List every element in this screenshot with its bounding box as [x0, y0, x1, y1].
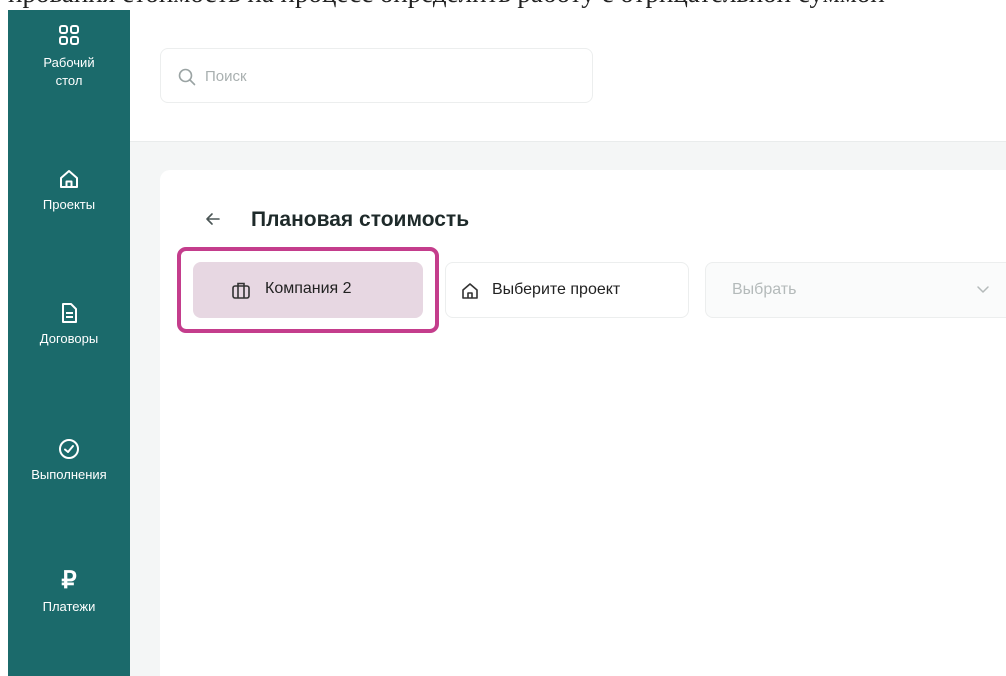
company-button[interactable]: Компания 2 [193, 262, 423, 318]
sidebar-item-label: Рабочий стол [43, 55, 95, 88]
back-arrow-icon[interactable] [202, 208, 224, 230]
search-input[interactable] [205, 63, 575, 89]
home-icon [462, 283, 478, 299]
search-box[interactable] [160, 48, 593, 103]
select-project-label: Выберите проект [492, 281, 621, 298]
select-project-button[interactable]: Выберите проект [445, 262, 689, 318]
dashboard-grid-icon [59, 25, 79, 45]
chevron-down-icon [977, 286, 989, 293]
sidebar-item-executions[interactable]: Выполнения [8, 438, 130, 484]
company-button-label: Компания 2 [265, 280, 352, 297]
content-card: Плановая стоимость Компания 2 Выберите п… [160, 170, 1006, 676]
sidebar-item-projects[interactable]: Проекты [8, 168, 130, 214]
top-bar [130, 10, 1006, 142]
sidebar-item-label: Проекты [42, 197, 96, 212]
page-title: Плановая стоимость [251, 208, 470, 231]
search-icon [178, 68, 196, 86]
ruble-icon: ₽ [61, 567, 77, 594]
main-area: Плановая стоимость Компания 2 Выберите п… [130, 10, 1006, 676]
sidebar-item-label: Выполнения [31, 467, 107, 482]
choose-select[interactable]: Выбрать [705, 262, 1006, 318]
briefcase-icon [232, 282, 250, 299]
sidebar-item-label: Договоры [39, 331, 99, 346]
sidebar-item-label: Платежи [42, 599, 96, 614]
page-header-text: ирования стоимость на процесс определить… [8, 0, 885, 9]
select-placeholder: Выбрать [732, 281, 797, 298]
page-header-text-clip: ирования стоимость на процесс определить… [0, 0, 1006, 10]
home-icon [60, 170, 78, 188]
sidebar: Рабочий стол Проекты Договоры Выполнения… [8, 10, 130, 676]
check-circle-icon [59, 439, 79, 459]
sidebar-item-contracts[interactable]: Договоры [8, 302, 130, 348]
sidebar-item-desktop[interactable]: Рабочий стол [8, 24, 130, 90]
document-icon [62, 303, 77, 323]
sidebar-item-payments[interactable]: ₽ Платежи [8, 567, 130, 616]
